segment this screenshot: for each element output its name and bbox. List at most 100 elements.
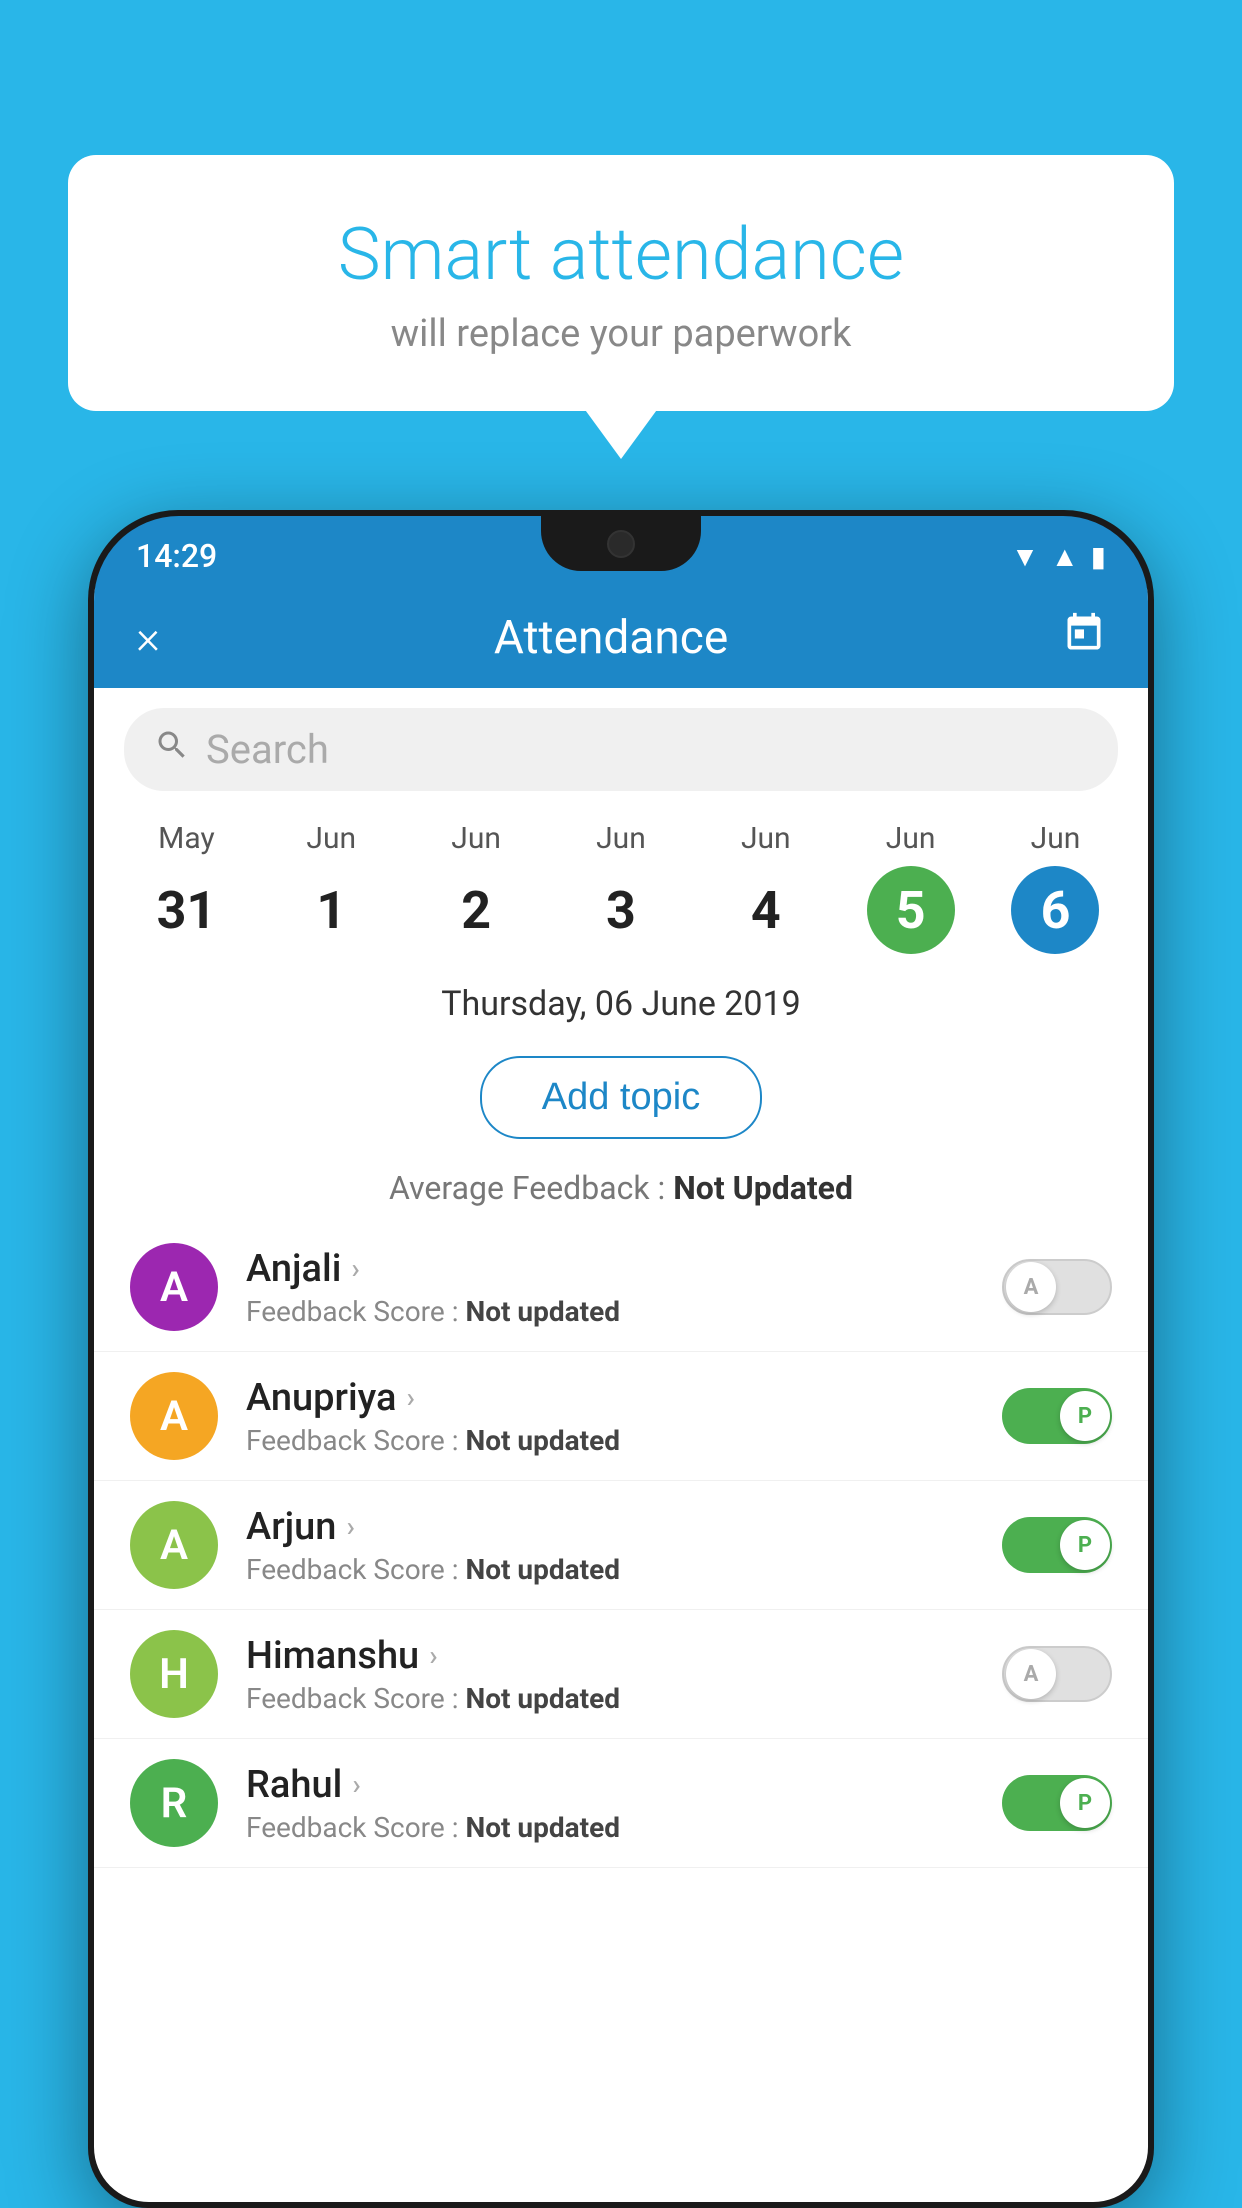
student-avatar: A — [130, 1243, 218, 1331]
calendar-day[interactable]: Jun 1 — [287, 821, 375, 954]
toggle-track: P — [1002, 1517, 1112, 1573]
phone-frame: 14:29 ▼ ▲ ▮ × Attendance — [88, 510, 1154, 2208]
student-item[interactable]: A Anupriya › Feedback Score : Not updated P — [94, 1352, 1148, 1481]
attendance-toggle[interactable]: A — [1002, 1646, 1112, 1702]
student-name-text: Arjun — [246, 1505, 336, 1549]
student-item[interactable]: H Himanshu › Feedback Score : Not updated A — [94, 1610, 1148, 1739]
search-icon — [154, 727, 190, 773]
toggle-track: P — [1002, 1388, 1112, 1444]
feedback-value: Not updated — [465, 1295, 620, 1328]
calendar-icon[interactable] — [1062, 611, 1106, 665]
chevron-right-icon: › — [346, 1510, 354, 1543]
status-icons: ▼ ▲ ▮ — [1011, 540, 1106, 573]
toggle-thumb: P — [1060, 1778, 1110, 1828]
phone-screen: × Attendance — [94, 588, 1148, 2202]
phone-inner: 14:29 ▼ ▲ ▮ × Attendance — [94, 516, 1148, 2202]
student-name: Arjun › — [246, 1505, 974, 1549]
chevron-right-icon: › — [406, 1381, 414, 1414]
toggle-thumb: P — [1060, 1391, 1110, 1441]
cal-date-number[interactable]: 3 — [577, 866, 665, 954]
add-topic-button[interactable]: Add topic — [480, 1056, 762, 1139]
student-feedback-row: Feedback Score : Not updated — [246, 1811, 974, 1844]
feedback-label: Feedback Score : — [246, 1424, 458, 1457]
cal-month-label: Jun — [596, 821, 646, 856]
wifi-icon: ▼ — [1011, 540, 1039, 573]
chevron-right-icon: › — [352, 1768, 360, 1801]
cal-date-number[interactable]: 31 — [142, 866, 230, 954]
student-item[interactable]: A Arjun › Feedback Score : Not updated P — [94, 1481, 1148, 1610]
battery-icon: ▮ — [1091, 540, 1106, 573]
attendance-toggle[interactable]: P — [1002, 1517, 1112, 1573]
student-item[interactable]: A Anjali › Feedback Score : Not updated A — [94, 1223, 1148, 1352]
close-button[interactable]: × — [136, 611, 160, 665]
calendar-day[interactable]: Jun 6 — [1011, 821, 1099, 954]
student-info: Anjali › Feedback Score : Not updated — [246, 1247, 974, 1328]
toggle-thumb: A — [1006, 1262, 1056, 1312]
feedback-label: Feedback Score : — [246, 1553, 458, 1586]
student-feedback-row: Feedback Score : Not updated — [246, 1424, 974, 1457]
cal-month-label: Jun — [886, 821, 936, 856]
cal-date-number[interactable]: 1 — [287, 866, 375, 954]
chevron-right-icon: › — [429, 1639, 437, 1672]
student-list: AAnjali ›Feedback Score : Not updatedAAA… — [94, 1223, 1148, 1868]
cal-date-number[interactable]: 4 — [722, 866, 810, 954]
cal-date-number[interactable]: 6 — [1011, 866, 1099, 954]
student-avatar: A — [130, 1501, 218, 1589]
feedback-value: Not updated — [465, 1424, 620, 1457]
selected-date-info: Thursday, 06 June 2019 — [94, 964, 1148, 1034]
phone-notch — [541, 516, 701, 571]
calendar-day[interactable]: Jun 3 — [577, 821, 665, 954]
cal-month-label: May — [158, 821, 214, 856]
toggle-thumb: P — [1060, 1520, 1110, 1570]
attendance-toggle[interactable]: P — [1002, 1388, 1112, 1444]
cal-month-label: Jun — [1031, 821, 1081, 856]
student-feedback-row: Feedback Score : Not updated — [246, 1682, 974, 1715]
status-time: 14:29 — [136, 537, 217, 575]
student-avatar: H — [130, 1630, 218, 1718]
cal-date-number[interactable]: 5 — [867, 866, 955, 954]
student-name: Himanshu › — [246, 1634, 974, 1678]
calendar-day[interactable]: May 31 — [142, 821, 230, 954]
toggle-track: P — [1002, 1775, 1112, 1831]
student-name-text: Himanshu — [246, 1634, 419, 1678]
student-info: Anupriya › Feedback Score : Not updated — [246, 1376, 974, 1457]
phone-camera — [607, 530, 635, 558]
student-name-text: Rahul — [246, 1763, 342, 1807]
cal-month-label: Jun — [306, 821, 356, 856]
attendance-toggle[interactable]: P — [1002, 1775, 1112, 1831]
calendar-day[interactable]: Jun4 — [722, 821, 810, 954]
toggle-track: A — [1002, 1259, 1112, 1315]
student-feedback-row: Feedback Score : Not updated — [246, 1295, 974, 1328]
calendar-day[interactable]: Jun 5 — [867, 821, 955, 954]
student-info: Rahul › Feedback Score : Not updated — [246, 1763, 974, 1844]
app-content: Search May 31 Jun 1 Jun 2 Jun 3 Jun4 Jun 5 Jun 6 Thu… — [94, 688, 1148, 1868]
calendar-day[interactable]: Jun 2 — [432, 821, 520, 954]
student-avatar: A — [130, 1372, 218, 1460]
student-item[interactable]: R Rahul › Feedback Score : Not updated P — [94, 1739, 1148, 1868]
toggle-thumb: A — [1006, 1649, 1056, 1699]
search-container: Search — [94, 688, 1148, 806]
chevron-right-icon: › — [351, 1252, 359, 1285]
average-feedback: Average Feedback : Not Updated — [94, 1161, 1148, 1223]
student-name: Anjali › — [246, 1247, 974, 1291]
student-name-text: Anupriya — [246, 1376, 396, 1420]
attendance-toggle[interactable]: A — [1002, 1259, 1112, 1315]
avg-feedback-value: Not Updated — [673, 1169, 853, 1207]
signal-icon: ▲ — [1051, 540, 1079, 573]
bubble-title: Smart attendance — [118, 215, 1124, 294]
student-name-text: Anjali — [246, 1247, 341, 1291]
student-info: Arjun › Feedback Score : Not updated — [246, 1505, 974, 1586]
cal-month-label: Jun — [451, 821, 501, 856]
student-feedback-row: Feedback Score : Not updated — [246, 1553, 974, 1586]
avg-feedback-label: Average Feedback : — [389, 1169, 665, 1207]
calendar-strip: May 31 Jun 1 Jun 2 Jun 3 Jun4 Jun 5 Jun 6 — [94, 806, 1148, 964]
student-avatar: R — [130, 1759, 218, 1847]
search-box[interactable]: Search — [124, 708, 1118, 791]
feedback-value: Not updated — [465, 1553, 620, 1586]
student-info: Himanshu › Feedback Score : Not updated — [246, 1634, 974, 1715]
cal-date-number[interactable]: 2 — [432, 866, 520, 954]
search-placeholder: Search — [206, 726, 329, 773]
toggle-track: A — [1002, 1646, 1112, 1702]
speech-bubble: Smart attendance will replace your paper… — [68, 155, 1174, 411]
feedback-label: Feedback Score : — [246, 1295, 458, 1328]
